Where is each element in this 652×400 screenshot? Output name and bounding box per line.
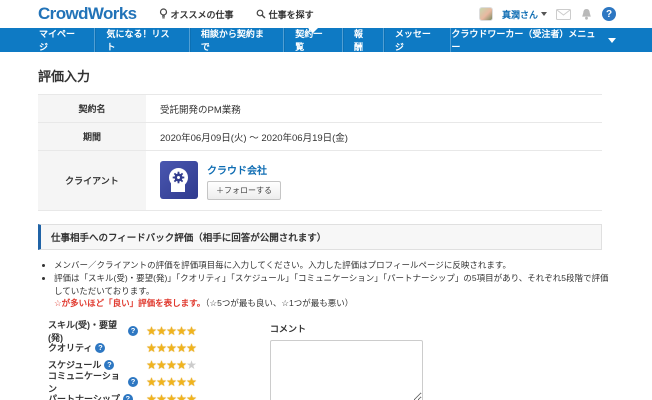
star-icon[interactable]: ★ [156,376,166,388]
rating-row-partnership: パートナーシップ ★★★★★ [48,390,242,400]
worker-menu-toggle[interactable]: クラウドワーカー（受注者）メニュー [451,28,616,52]
star-icon[interactable]: ★ [146,342,156,354]
star-icon[interactable]: ★ [176,376,186,388]
page-title: 評価入力 [38,66,602,85]
star-icon[interactable]: ★ [146,359,156,371]
star-icon[interactable]: ★ [156,342,166,354]
note-red-text: ☆が多いほど「良い」評価を表します。 [54,298,205,308]
help-icon[interactable] [95,343,105,353]
search-icon [256,9,266,19]
period-label: 期間 [38,123,146,151]
star-rating-partnership[interactable]: ★★★★★ [146,393,196,400]
nav-consult-to-contract[interactable]: 相談から契約まで [190,28,284,52]
bell-icon[interactable] [580,8,593,21]
help-icon[interactable] [128,377,138,387]
user-avatar[interactable] [479,7,493,21]
nav-messages[interactable]: メッセージ [384,28,451,52]
feedback-notes: メンバー／クライアントの評価を評価項目毎に入力してください。入力した評価はプロフ… [54,259,614,309]
star-rating-communication[interactable]: ★★★★★ [146,376,196,388]
contract-name-value: 受託開発のPM業務 [146,95,602,123]
rating-row-quality: クオリティ ★★★★★ [48,339,242,356]
star-icon[interactable]: ★ [146,376,156,388]
nav-watch-list[interactable]: 気になる！リスト [95,28,189,52]
star-icon[interactable]: ★ [186,376,196,388]
help-icon[interactable] [123,394,133,400]
user-menu[interactable]: 真潤さん [502,8,547,21]
star-icon[interactable]: ★ [146,393,156,400]
star-icon[interactable]: ★ [166,325,176,337]
star-icon[interactable]: ★ [176,342,186,354]
star-icon[interactable]: ★ [176,393,186,400]
nav-rewards[interactable]: 報酬 [343,28,384,52]
main-content: 評価入力 契約名 受託開発のPM業務 期間 2020年06月09日(火) ～ 2… [0,52,652,400]
table-row: 期間 2020年06月09日(火) ～ 2020年06月19日(金) [38,123,602,151]
nav-mypage[interactable]: マイページ [28,28,95,52]
find-jobs-link[interactable]: 仕事を探す [256,8,314,21]
contract-name-label: 契約名 [38,95,146,123]
client-logo-icon[interactable] [160,161,198,199]
star-icon[interactable]: ★ [166,393,176,400]
recommended-jobs-link[interactable]: オススメの仕事 [159,8,234,21]
top-header: CrowdWorks オススメの仕事 仕事を探す 真潤さん [0,0,652,28]
comment-textarea[interactable] [270,340,423,400]
chevron-down-icon [541,12,547,16]
comment-label: コメント [270,322,423,335]
evaluation-input-page: CrowdWorks オススメの仕事 仕事を探す 真潤さん [0,0,652,400]
contract-info-table: 契約名 受託開発のPM業務 期間 2020年06月09日(火) ～ 2020年0… [38,94,602,211]
help-icon[interactable] [602,7,616,21]
star-icon[interactable]: ★ [166,359,176,371]
star-icon[interactable]: ★ [186,359,196,371]
main-navbar: マイページ 気になる！リスト 相談から契約まで 契約一覧 報酬 メッセージ クラ… [0,28,652,52]
crowdworks-logo[interactable]: CrowdWorks [38,4,137,24]
star-icon[interactable]: ★ [156,325,166,337]
table-row: クライアント [38,151,602,211]
star-icon[interactable]: ★ [186,393,196,400]
star-icon[interactable]: ★ [176,325,186,337]
rating-row-skill: スキル(受)・要望(発) ★★★★★ [48,322,242,339]
rating-area: スキル(受)・要望(発) ★★★★★ クオリティ ★★★★★ スケジュール ★★… [48,322,602,400]
star-icon[interactable]: ★ [156,393,166,400]
rating-row-communication: コミュニケーション ★★★★★ [48,373,242,390]
star-icon[interactable]: ★ [146,325,156,337]
period-value: 2020年06月09日(火) ～ 2020年06月19日(金) [146,123,602,151]
table-row: 契約名 受託開発のPM業務 [38,95,602,123]
help-icon[interactable] [128,326,138,336]
star-icon[interactable]: ★ [176,359,186,371]
nav-contract-list[interactable]: 契約一覧 [284,28,343,52]
star-rating-skill[interactable]: ★★★★★ [146,325,196,337]
header-user-area: 真潤さん [479,7,616,21]
client-name-link[interactable]: クラウド会社 [207,162,267,177]
client-label: クライアント [38,151,146,211]
feedback-section-header: 仕事相手へのフィードバック評価（相手に回答が公開されます） [38,224,602,250]
client-cell: クラウド会社 ＋フォローする [160,157,602,204]
comment-column: コメント [270,322,423,400]
follow-button[interactable]: ＋フォローする [207,181,281,200]
rating-column: スキル(受)・要望(発) ★★★★★ クオリティ ★★★★★ スケジュール ★★… [48,322,242,400]
star-icon[interactable]: ★ [166,376,176,388]
lightbulb-icon [159,8,168,20]
note-item: メンバー／クライアントの評価を評価項目毎に入力してください。入力した評価はプロフ… [54,259,614,271]
star-icon[interactable]: ★ [166,342,176,354]
note-item: 評価は「スキル(受)・要望(発)」「クオリティ」「スケジュール」「コミュニケーシ… [54,272,614,309]
mail-icon[interactable] [556,9,571,20]
star-icon[interactable]: ★ [156,359,166,371]
star-icon[interactable]: ★ [186,325,196,337]
star-rating-schedule[interactable]: ★★★★★ [146,359,196,371]
chevron-down-icon [608,38,616,43]
star-icon[interactable]: ★ [186,342,196,354]
star-rating-quality[interactable]: ★★★★★ [146,342,196,354]
